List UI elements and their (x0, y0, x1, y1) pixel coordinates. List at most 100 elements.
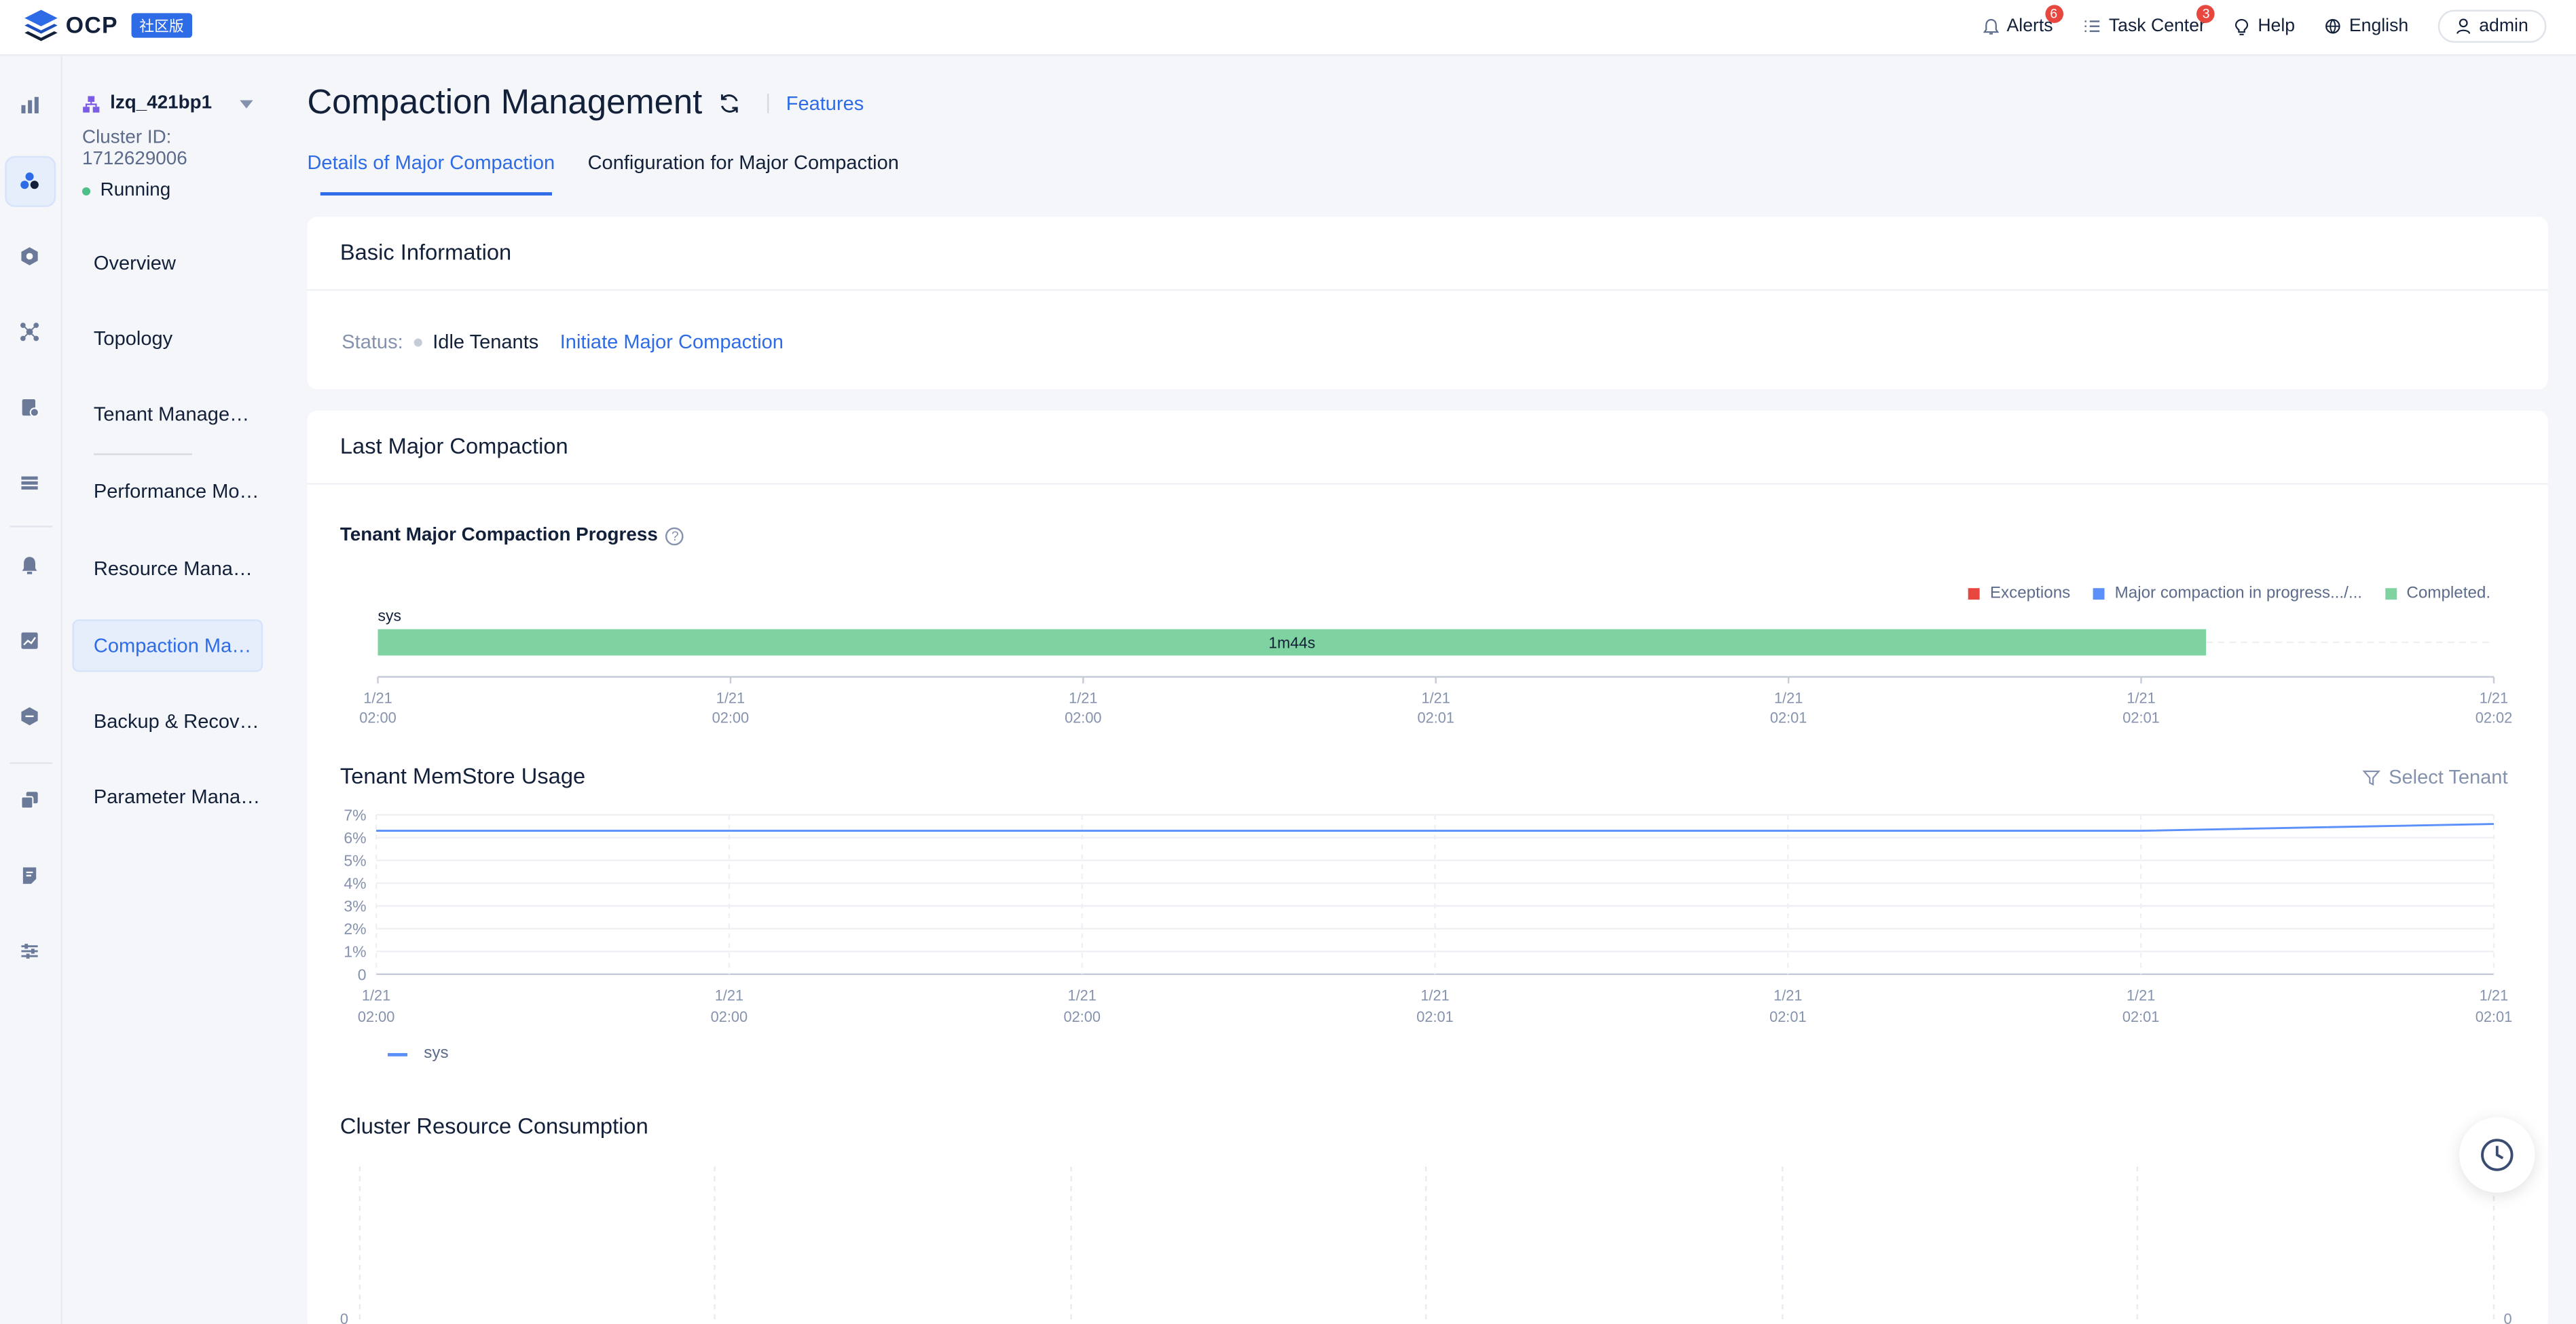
globe-icon (2325, 18, 2340, 34)
cluster-icon[interactable] (16, 168, 43, 194)
x-tick-label: 02:01 (2476, 1008, 2512, 1025)
app-window: OCP 社区版 Alerts 6 Task Center 3 Help Engl… (0, 0, 2576, 1324)
cluster-resource-chart (358, 1166, 2495, 1324)
tab-bar: Details of Major Compaction Configuratio… (307, 151, 898, 191)
y-tick-label: 5% (344, 852, 366, 870)
help-button[interactable]: Help (2234, 16, 2295, 36)
nav-item-resource-management[interactable]: Resource Management (72, 542, 263, 594)
nav-item-compaction-management[interactable]: Compaction Management (72, 619, 263, 672)
topology-node-icon[interactable] (16, 318, 43, 345)
x-tick-label: 02:01 (2122, 710, 2159, 727)
logo[interactable]: OCP 社区版 (23, 8, 192, 41)
y-tick-label: 6% (344, 829, 366, 847)
host-document-icon[interactable] (16, 394, 43, 421)
x-tick-label: 1/21 (1422, 690, 1450, 707)
memstore-usage-title: Tenant MemStore Usage (339, 764, 586, 789)
user-icon (2457, 18, 2471, 35)
nav-divider (93, 453, 193, 456)
bar-chart-icon[interactable] (16, 92, 43, 118)
x-tick-label: 02:02 (2476, 710, 2512, 727)
compaction-progress-chart: sys 1m44s 1/21 02:00 1/21 02:00 1/21 02:00 1/21 0… (359, 607, 2512, 727)
x-tick-label: 1/21 (1420, 987, 1449, 1004)
help-label: Help (2258, 16, 2296, 37)
nav-item-performance-monitoring[interactable]: Performance Monitoring (72, 465, 263, 517)
task-center-label: Task Center (2108, 16, 2205, 37)
tab-details-major-compaction[interactable]: Details of Major Compaction (307, 151, 555, 191)
question-circle-icon[interactable]: ? (665, 526, 684, 545)
page-title: Compaction Management (307, 84, 703, 122)
title-divider (768, 93, 770, 113)
user-label: admin (2479, 16, 2528, 37)
cluster-resource-title: Cluster Resource Consumption (339, 1114, 648, 1139)
status-value: Idle Tenants (433, 330, 539, 354)
x-tick-label: 1/21 (2127, 987, 2155, 1004)
settings-sliders-icon[interactable] (16, 938, 43, 965)
copy-instances-icon[interactable] (16, 787, 43, 813)
nav-item-backup-recovery[interactable]: Backup & Recovery (72, 695, 263, 747)
status-dot (414, 337, 423, 346)
memstore-legend[interactable]: sys (388, 1045, 449, 1063)
chevron-down-icon[interactable] (240, 100, 253, 109)
nav-item-parameter-management[interactable]: Parameter Management (72, 771, 263, 823)
x-tick-label: 02:01 (1416, 1008, 1453, 1025)
x-tick-label: 02:01 (1769, 1008, 1806, 1025)
resource-y-zero-left: 0 (339, 1310, 348, 1324)
status-label: Status: (342, 330, 403, 354)
language-label: English (2349, 16, 2409, 37)
cluster-selector[interactable]: lzq_421bp1 (82, 94, 212, 113)
x-tick-label: 02:00 (712, 710, 749, 727)
x-tick-label: 02:01 (1417, 710, 1454, 727)
task-count-badge: 3 (2196, 5, 2215, 23)
cluster-id-label: Cluster ID: (81, 128, 172, 148)
x-tick-label: 02:01 (2122, 1008, 2159, 1025)
alerts-count-badge: 6 (2044, 5, 2063, 23)
language-switch[interactable]: English (2325, 16, 2409, 37)
tenant-hex-icon[interactable] (16, 243, 43, 270)
category-label: sys (378, 607, 401, 625)
x-tick-label: 1/21 (363, 690, 392, 707)
cluster-status: Running (81, 181, 171, 201)
x-tick-label: 1/21 (1069, 690, 1097, 707)
compaction-progress-title: Tenant Major Compaction Progress ? (340, 526, 684, 545)
resource-y-zero-right: 0 (2503, 1310, 2512, 1324)
x-tick-label: 1/21 (2480, 987, 2508, 1004)
clock-icon (2481, 1139, 2514, 1171)
bell-icon (1982, 18, 1999, 34)
nav-item-tenant-management[interactable]: Tenant Management (72, 388, 263, 440)
nav-item-overview[interactable]: Overview (72, 236, 263, 289)
backup-shield-icon[interactable] (16, 703, 43, 730)
nav-item-topology[interactable]: Topology (72, 312, 263, 365)
list-stack-icon[interactable] (16, 470, 43, 496)
select-tenant-button[interactable]: Select Tenant (2362, 765, 2508, 789)
user-menu[interactable]: admin (2437, 10, 2547, 43)
monitor-chart-icon[interactable] (16, 627, 43, 654)
alerts-button[interactable]: Alerts 6 (1982, 5, 2063, 37)
y-tick-label: 7% (344, 807, 366, 824)
x-tick-label: 1/21 (2480, 690, 2508, 707)
memstore-legend-label: sys (424, 1044, 449, 1063)
x-tick-label: 02:00 (358, 1008, 394, 1025)
x-tick-label: 1/21 (362, 987, 390, 1004)
ocp-logo-icon (24, 10, 58, 41)
x-tick-label: 02:00 (1065, 710, 1101, 727)
alerts-label: Alerts (2006, 16, 2053, 37)
history-float-button[interactable] (2459, 1117, 2535, 1193)
refresh-icon[interactable] (718, 92, 741, 115)
page-header: Compaction Management Features (307, 84, 864, 123)
list-icon (2084, 20, 2099, 33)
task-center-button[interactable]: Task Center 3 (2082, 5, 2215, 37)
features-link[interactable]: Features (786, 92, 864, 115)
y-tick-label: 3% (344, 898, 366, 915)
tab-configuration-major-compaction[interactable]: Configuration for Major Compaction (588, 151, 899, 191)
logo-text: OCP (65, 11, 118, 38)
x-tick-label: 02:00 (711, 1008, 748, 1025)
active-tab-indicator (320, 192, 552, 196)
x-tick-label: 02:01 (1770, 710, 1807, 727)
alarm-bell-icon[interactable] (16, 552, 43, 578)
log-document-icon[interactable] (16, 862, 43, 889)
y-tick-label: 1% (344, 943, 366, 961)
select-tenant-label: Select Tenant (2389, 765, 2508, 789)
cluster-status-text: Running (100, 181, 171, 201)
cluster-id-value: 1712629006 (81, 149, 187, 170)
initiate-major-compaction-link[interactable]: Initiate Major Compaction (560, 330, 784, 353)
